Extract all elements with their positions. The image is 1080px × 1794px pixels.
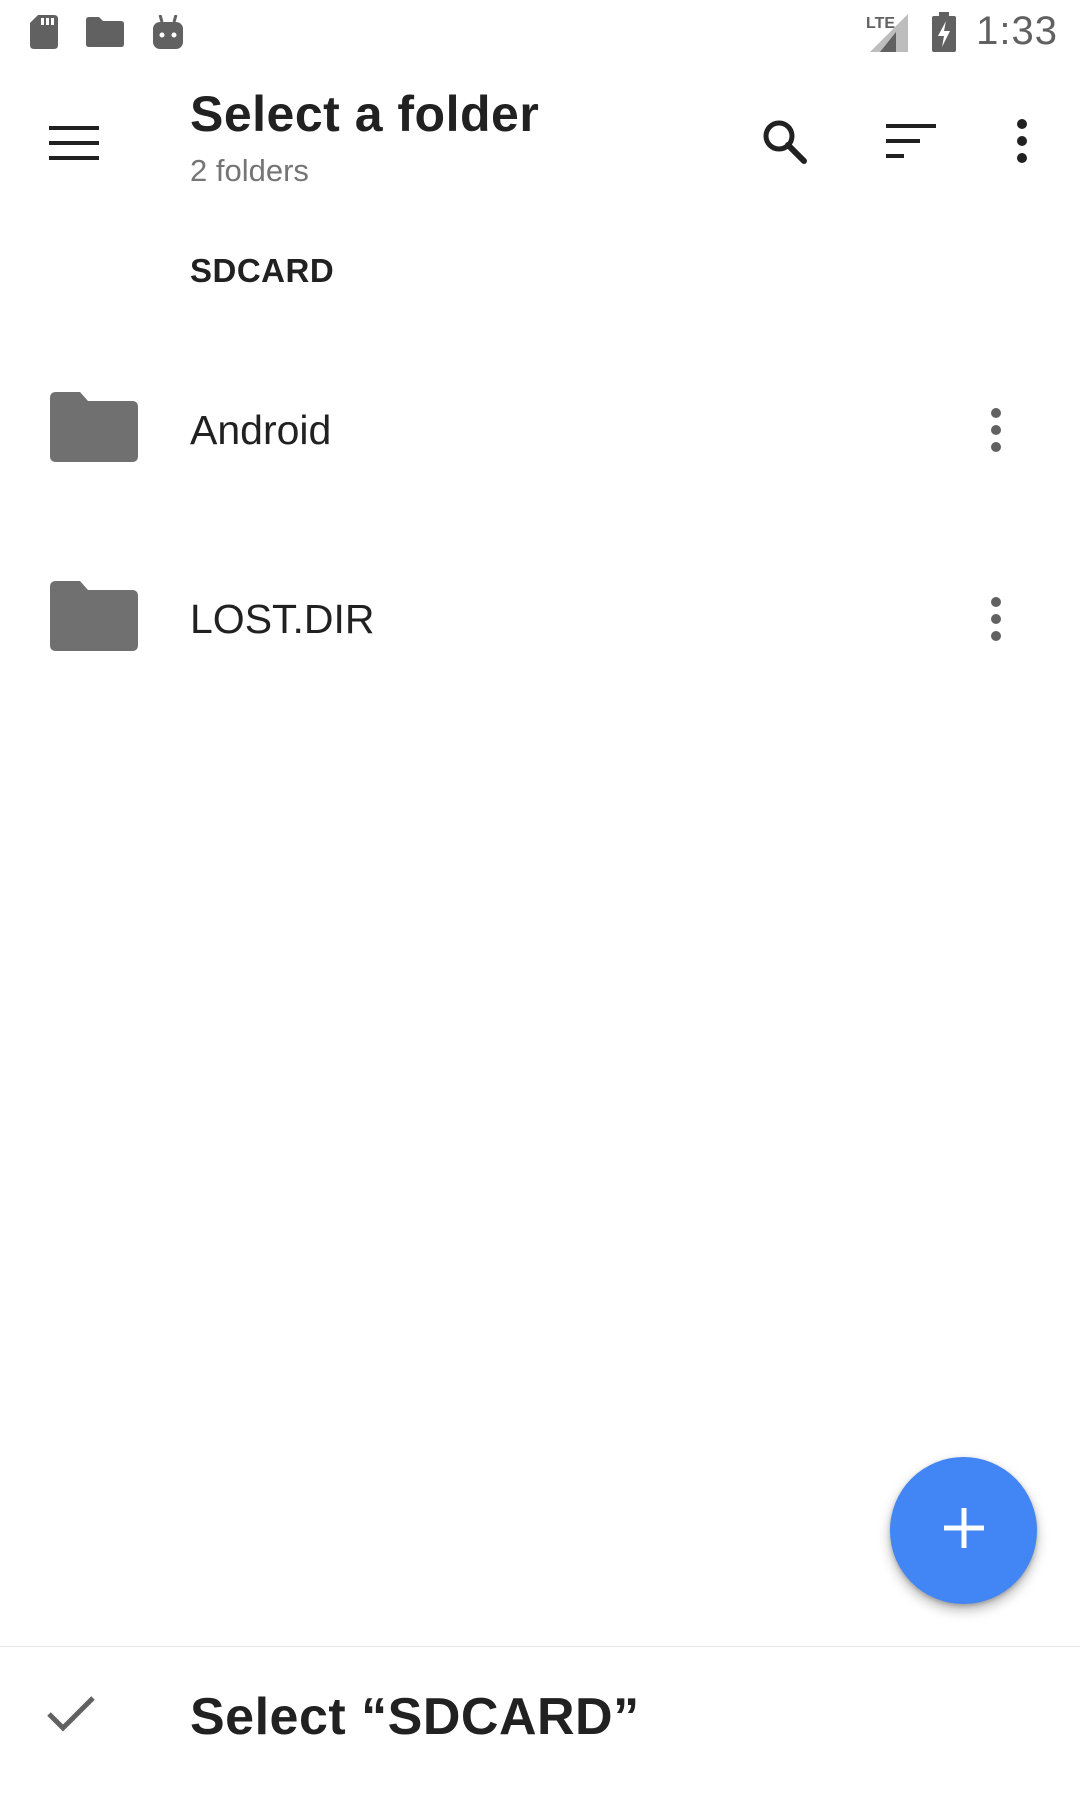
folder-list: Android LOST.DIR <box>0 336 1080 714</box>
menu-button[interactable] <box>24 95 124 195</box>
more-vert-icon <box>990 596 1002 646</box>
menu-icon <box>49 125 99 165</box>
section-header: SDCARD <box>190 252 335 289</box>
new-folder-button[interactable] <box>890 1457 1037 1604</box>
select-folder-button[interactable]: Select “SDCARD” <box>190 1687 640 1747</box>
plus-icon <box>943 1508 984 1553</box>
status-notifications <box>30 14 184 49</box>
search-button[interactable] <box>736 95 832 191</box>
more-vert-icon <box>990 407 1002 457</box>
folder-icon <box>86 16 124 47</box>
check-icon <box>46 1693 96 1738</box>
folder-options-button[interactable] <box>946 571 1046 671</box>
toolbar: Select a folder 2 folders <box>0 63 1080 210</box>
status-system: LTE 1:33 <box>866 9 1058 54</box>
folder-name: LOST.DIR <box>190 596 375 642</box>
folder-count: 2 folders <box>190 153 309 188</box>
page-title: Select a folder <box>190 86 540 142</box>
list-item[interactable]: Android <box>0 336 1080 525</box>
status-bar: LTE 1:33 <box>0 0 1080 63</box>
sd-card-icon <box>30 14 58 49</box>
folder-options-button[interactable] <box>946 382 1046 482</box>
sort-icon <box>886 123 936 163</box>
battery-charging-icon <box>932 11 957 52</box>
overflow-menu-button[interactable] <box>974 95 1070 191</box>
folder-name: Android <box>190 407 332 453</box>
network-label: LTE <box>866 15 895 32</box>
select-folder-bar[interactable]: Select “SDCARD” <box>0 1646 1080 1794</box>
folder-picker-screen: LTE 1:33 Select a folder 2 folders SDCAR… <box>0 0 1080 1794</box>
status-time: 1:33 <box>976 9 1058 53</box>
list-item[interactable]: LOST.DIR <box>0 525 1080 714</box>
more-vert-icon <box>1016 118 1028 168</box>
signal-icon: LTE <box>866 12 912 52</box>
sort-button[interactable] <box>863 95 959 191</box>
folder-icon <box>50 581 138 656</box>
android-icon <box>152 14 184 49</box>
search-icon <box>760 117 808 170</box>
folder-icon <box>50 392 138 467</box>
